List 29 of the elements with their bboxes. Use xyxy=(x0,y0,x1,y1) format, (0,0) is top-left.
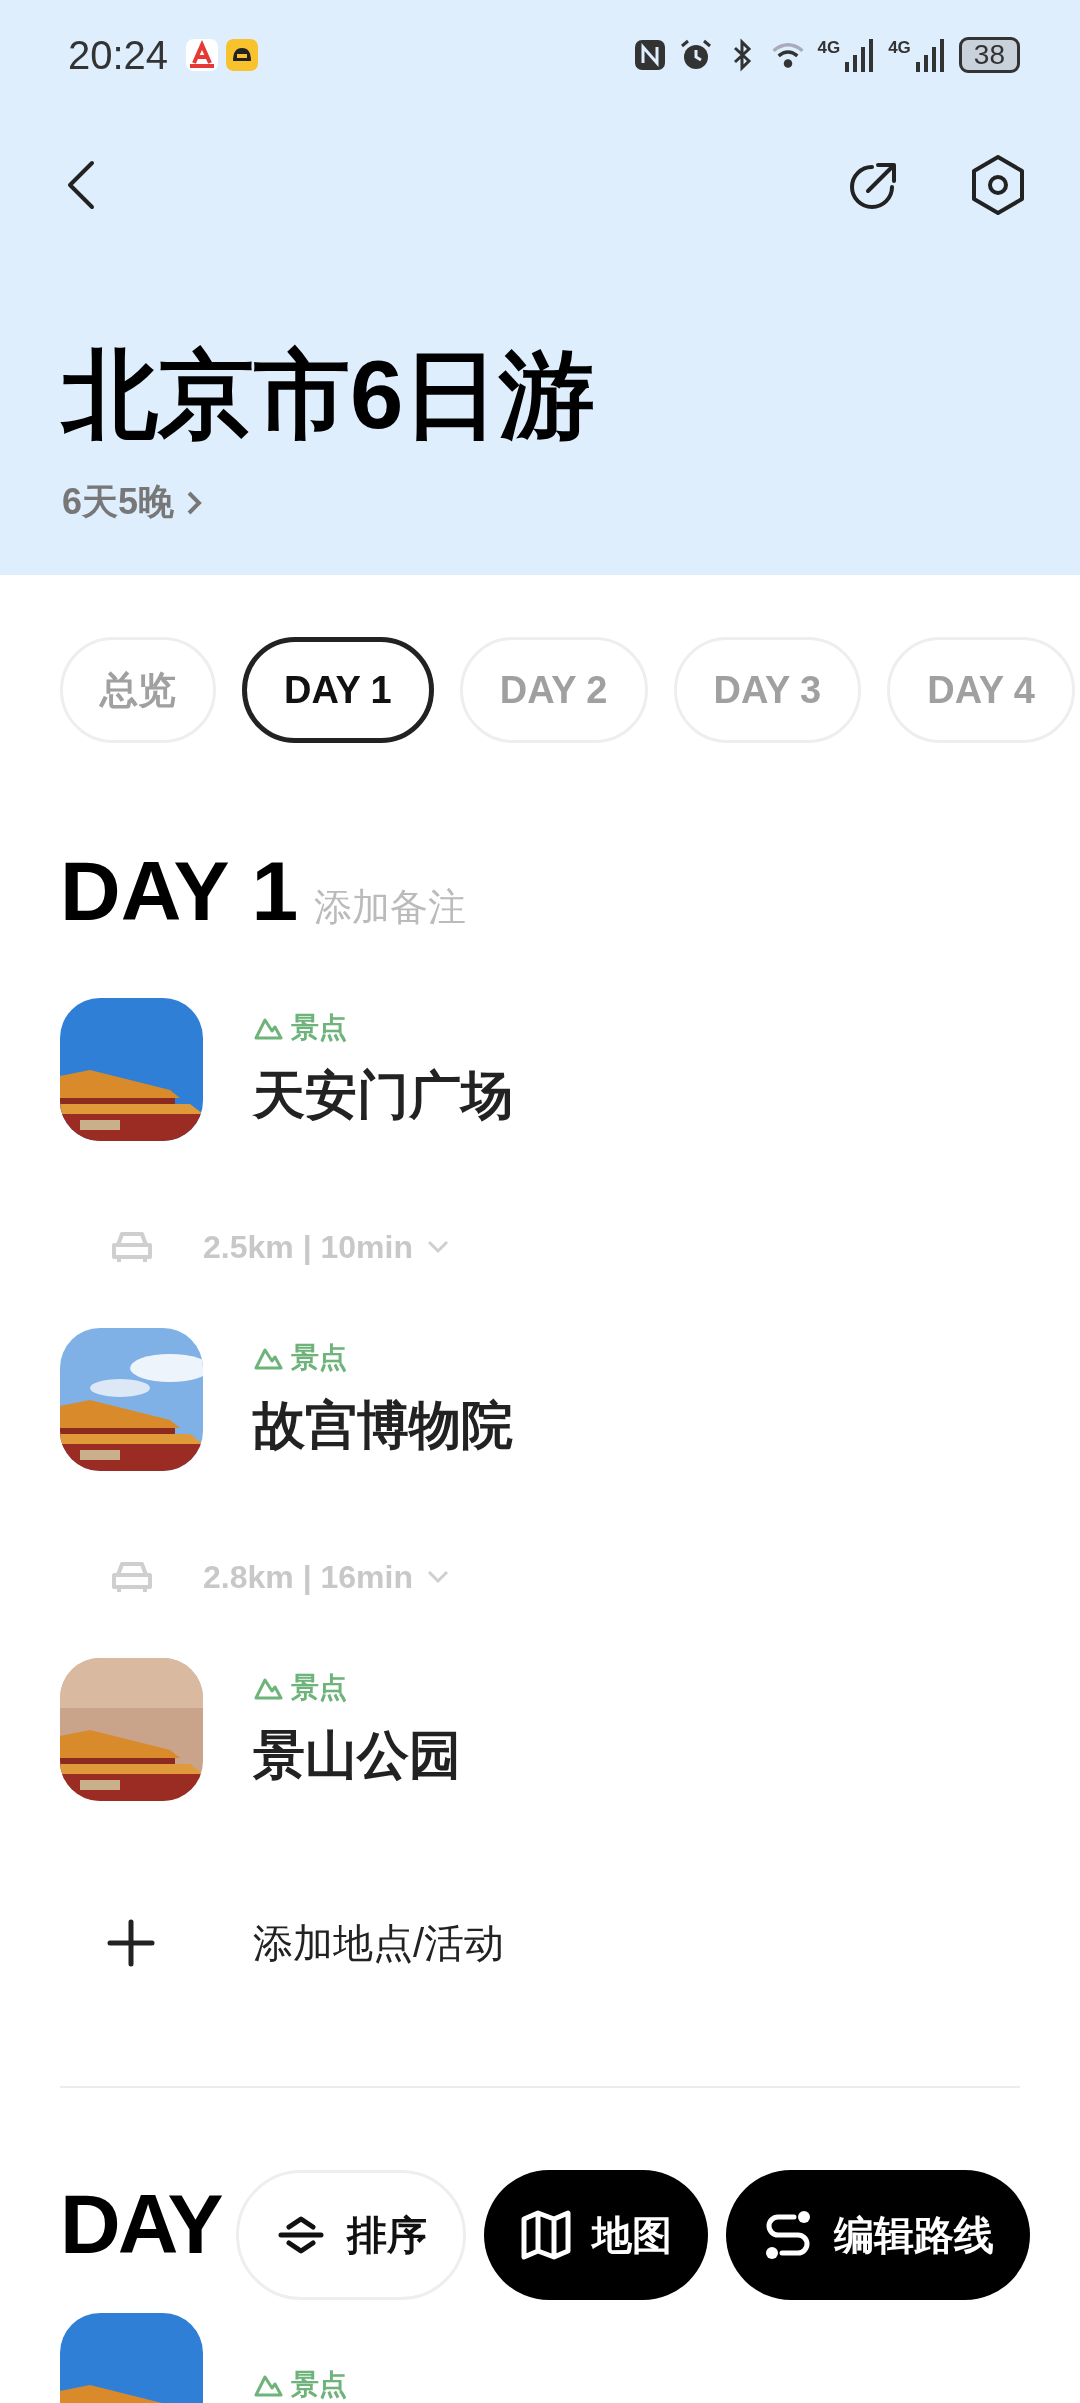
category-label: 景点 xyxy=(291,1670,347,1705)
chevron-down-icon xyxy=(426,1240,449,1254)
trip-title: 北京市6日游 xyxy=(62,340,597,450)
chevron-down-icon xyxy=(426,1570,449,1584)
nfc-icon xyxy=(633,38,668,72)
category-label: 景点 xyxy=(291,1010,347,1045)
day-tab[interactable]: DAY 1 xyxy=(242,637,434,743)
clock-time: 20:24 xyxy=(68,32,169,78)
car-icon xyxy=(110,1559,154,1595)
app-icon xyxy=(186,39,219,71)
day-heading: DAY xyxy=(60,2176,221,2273)
route-button[interactable]: 编辑路线 xyxy=(726,2170,1030,2300)
day-heading: DAY 1 xyxy=(60,843,299,940)
duration-link[interactable]: 6天5晚 xyxy=(62,478,205,527)
sort-button[interactable]: 排序 xyxy=(236,2170,466,2300)
place-name[interactable]: 景山公园 xyxy=(253,1720,461,1791)
battery-level: 38 xyxy=(958,37,1020,73)
app-icon xyxy=(226,39,259,71)
network-type: 4G xyxy=(888,38,911,58)
car-icon xyxy=(110,1229,154,1265)
plus-icon[interactable] xyxy=(106,1918,156,1968)
place-name[interactable]: 天安门广场 xyxy=(253,1060,513,1131)
network-type: 4G xyxy=(817,38,841,58)
place-name[interactable]: 故宫博物院 xyxy=(253,1390,513,1461)
map-button[interactable]: 地图 xyxy=(484,2170,708,2300)
category-label: 景点 xyxy=(291,1340,347,1375)
alarm-icon xyxy=(679,38,714,72)
add-place-link[interactable]: 添加地点/活动 xyxy=(253,1915,505,1971)
category-label: 景点 xyxy=(291,2367,347,2402)
